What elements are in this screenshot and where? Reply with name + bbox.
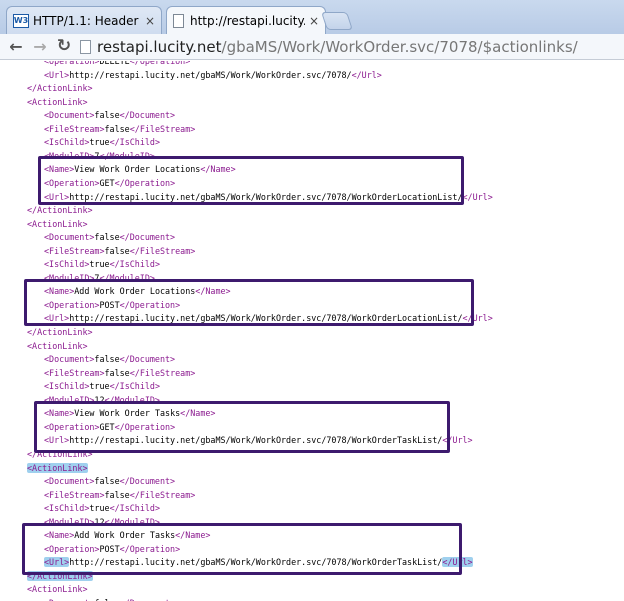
- tab-header-field-definitions[interactable]: W3 HTTP/1.1: Header Field Definitions ×: [6, 6, 162, 34]
- xml-open-tag: <FileStream>: [44, 489, 105, 500]
- xml-close-tag: </FileStream>: [129, 489, 196, 500]
- xml-value: false: [104, 367, 130, 378]
- xml-value: false: [94, 354, 120, 365]
- xml-close-tag: </FileStream>: [129, 123, 196, 134]
- xml-value: http://restapi.lucity.net/gbaMS/Work/Wor…: [69, 69, 352, 80]
- xml-line: <Document>false</Document>: [44, 597, 175, 601]
- xml-document: <Operation>DELETE</Operation> <Url>http:/…: [0, 61, 624, 601]
- tab-strip: W3 HTTP/1.1: Header Field Definitions × …: [0, 0, 624, 35]
- xml-open-tag: <Url>: [44, 69, 70, 80]
- close-icon[interactable]: ×: [145, 14, 155, 28]
- xml-open-tag: <FileStream>: [44, 245, 105, 256]
- tab-actionlinks[interactable]: http://restapi.lucity.net/gbaMS/Work/Wor…: [166, 6, 326, 35]
- xml-value: false: [94, 476, 120, 487]
- xml-close-tag: </ActionLink>: [27, 83, 93, 94]
- xml-open-tag: <ActionLink>: [27, 584, 88, 595]
- xml-line: <Document>false</Document>: [44, 475, 175, 488]
- xml-open-tag: <FileStream>: [44, 123, 105, 134]
- xml-line: <ActionLink>: [27, 462, 88, 475]
- xml-open-tag: <Operation>: [44, 61, 100, 66]
- xml-value: false: [104, 489, 130, 500]
- xml-line: <FileStream>false</FileStream>: [44, 245, 195, 258]
- xml-close-tag: </IsChild>: [109, 137, 160, 148]
- xml-close-tag: </Document>: [119, 354, 176, 365]
- xml-line: <Url>http://restapi.lucity.net/gbaMS/Wor…: [44, 69, 382, 82]
- forward-button[interactable]: →: [30, 36, 50, 56]
- page-icon: [173, 14, 184, 28]
- xml-close-tag: </FileStream>: [129, 367, 196, 378]
- tab-title: HTTP/1.1: Header Field Definitions: [33, 13, 141, 28]
- xml-open-tag: <IsChild>: [44, 137, 90, 148]
- xml-open-tag: <Document>: [44, 476, 95, 487]
- highlight-box-view-tasks: [34, 401, 450, 453]
- xml-open-tag: <IsChild>: [44, 503, 90, 514]
- xml-close-tag: </IsChild>: [109, 259, 160, 270]
- xml-line: <IsChild>true</IsChild>: [44, 136, 160, 149]
- xml-value: true: [89, 259, 110, 270]
- xml-line: <ActionLink>: [27, 583, 88, 596]
- xml-line: <IsChild>true</IsChild>: [44, 258, 160, 271]
- xml-close-tag: </Document>: [119, 232, 176, 243]
- xml-open-tag: <Document>: [44, 232, 95, 243]
- xml-close-tag: </ActionLink>: [27, 327, 93, 337]
- xml-line: <Document>false</Document>: [44, 353, 175, 366]
- xml-close-tag: </IsChild>: [109, 381, 160, 392]
- xml-line: </ActionLink>: [27, 204, 93, 217]
- xml-value: DELETE: [99, 61, 130, 66]
- xml-open-tag: <IsChild>: [44, 259, 90, 270]
- xml-line: <ActionLink>: [27, 218, 88, 231]
- xml-close-tag: </Url>: [351, 69, 382, 80]
- xml-open-tag: <ActionLink>: [27, 218, 88, 229]
- page-icon: [80, 40, 91, 54]
- back-button[interactable]: ←: [6, 36, 26, 56]
- close-icon[interactable]: ×: [309, 14, 319, 28]
- xml-value: false: [94, 232, 120, 243]
- xml-line: <FileStream>false</FileStream>: [44, 367, 195, 380]
- xml-value: false: [94, 110, 120, 121]
- url-host: restapi.lucity.net: [97, 38, 222, 56]
- xml-value: true: [89, 381, 110, 392]
- xml-value: false: [104, 123, 130, 134]
- highlight-box-view-locations: [38, 156, 464, 205]
- w3c-favicon-icon: W3: [13, 13, 29, 28]
- xml-line: </ActionLink>: [27, 82, 93, 95]
- reload-button[interactable]: ↻: [54, 36, 74, 56]
- xml-line: <Operation>DELETE</Operation>: [44, 61, 190, 68]
- xml-line: <ActionLink>: [27, 96, 88, 109]
- xml-open-tag: <ActionLink>: [27, 462, 88, 473]
- xml-line: <Document>false</Document>: [44, 109, 175, 122]
- xml-line: <ActionLink>: [27, 340, 88, 353]
- xml-close-tag: </Operation>: [129, 61, 191, 66]
- url-path: /gbaMS/Work/WorkOrder.svc/7078/$actionli…: [221, 38, 578, 56]
- xml-open-tag: <Document>: [44, 354, 95, 365]
- xml-open-tag: <Document>: [44, 110, 95, 121]
- xml-close-tag: </FileStream>: [129, 245, 196, 256]
- xml-close-tag: </Document>: [119, 110, 176, 121]
- xml-open-tag: <ActionLink>: [27, 340, 88, 351]
- highlight-box-add-tasks: [22, 523, 462, 575]
- browser-toolbar: ← → ↻ restapi.lucity.net/gbaMS/Work/Work…: [0, 34, 624, 60]
- xml-value: true: [89, 503, 110, 514]
- xml-line: <FileStream>false</FileStream>: [44, 489, 195, 502]
- xml-value: true: [89, 137, 110, 148]
- xml-line: <Document>false</Document>: [44, 231, 175, 244]
- highlight-box-add-locations: [24, 279, 474, 326]
- xml-line: </ActionLink>: [27, 326, 93, 339]
- xml-line: <FileStream>false</FileStream>: [44, 123, 195, 136]
- xml-open-tag: <IsChild>: [44, 381, 90, 392]
- new-tab-button[interactable]: [321, 12, 353, 30]
- address-bar[interactable]: restapi.lucity.net/gbaMS/Work/WorkOrder.…: [80, 36, 620, 58]
- xml-open-tag: <FileStream>: [44, 367, 105, 378]
- xml-line: <IsChild>true</IsChild>: [44, 380, 160, 393]
- xml-close-tag: </ActionLink>: [27, 205, 93, 216]
- xml-open-tag: <ActionLink>: [27, 96, 88, 107]
- xml-line: <IsChild>true</IsChild>: [44, 502, 160, 515]
- xml-close-tag: </Url>: [462, 191, 493, 202]
- xml-close-tag: </Document>: [119, 476, 176, 487]
- tab-title: http://restapi.lucity.net/gbaMS/Work/Wor…: [190, 14, 305, 28]
- xml-value: false: [104, 245, 130, 256]
- xml-close-tag: </IsChild>: [109, 503, 160, 514]
